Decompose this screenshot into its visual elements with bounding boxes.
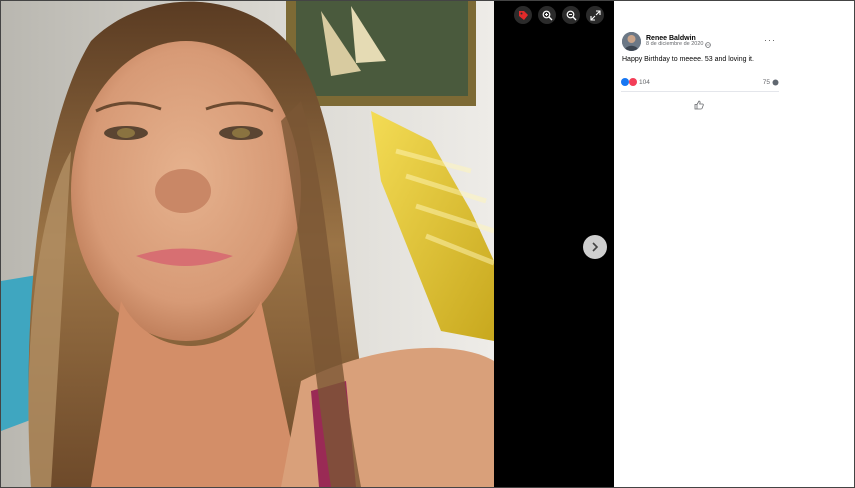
globe-icon (705, 42, 712, 48)
comment-icon (772, 79, 779, 85)
like-reaction-icon (621, 78, 629, 86)
next-photo-button[interactable] (583, 235, 607, 259)
zoom-out-icon (566, 10, 576, 20)
comment-summary[interactable]: 75 (763, 79, 779, 86)
post-header: Renee Baldwin 8 de diciembre de 2020 (622, 32, 712, 51)
comment-count: 75 (762, 78, 770, 86)
tag-icon (518, 10, 528, 20)
photo-viewer: Renee Baldwin 8 de diciembre de 2020 ···… (0, 0, 855, 488)
reactions-bar: 104 75 (621, 78, 779, 86)
viewer-toolbar (514, 6, 604, 24)
thumbs-up-icon (694, 100, 704, 110)
fullscreen-icon (589, 9, 601, 21)
post-date[interactable]: 8 de diciembre de 2020 (646, 42, 703, 48)
avatar[interactable] (622, 32, 641, 51)
post-photo[interactable] (1, 1, 494, 487)
divider (621, 91, 779, 92)
fullscreen-button[interactable] (586, 6, 604, 24)
zoom-out-button[interactable] (562, 6, 580, 24)
post-details-panel: Renee Baldwin 8 de diciembre de 2020 ···… (614, 1, 854, 487)
post-caption: Happy Birthday to meeee. 53 and loving i… (622, 56, 754, 63)
photo-stage (1, 1, 614, 487)
love-reaction-icon (629, 78, 637, 86)
reaction-summary[interactable]: 104 (621, 78, 650, 86)
zoom-in-icon (542, 10, 552, 20)
like-button[interactable] (694, 97, 704, 115)
reaction-count: 104 (639, 78, 650, 86)
zoom-in-button[interactable] (538, 6, 556, 24)
more-options-button[interactable]: ··· (764, 35, 776, 45)
tag-button[interactable] (514, 6, 532, 24)
chevron-right-icon (592, 242, 599, 252)
